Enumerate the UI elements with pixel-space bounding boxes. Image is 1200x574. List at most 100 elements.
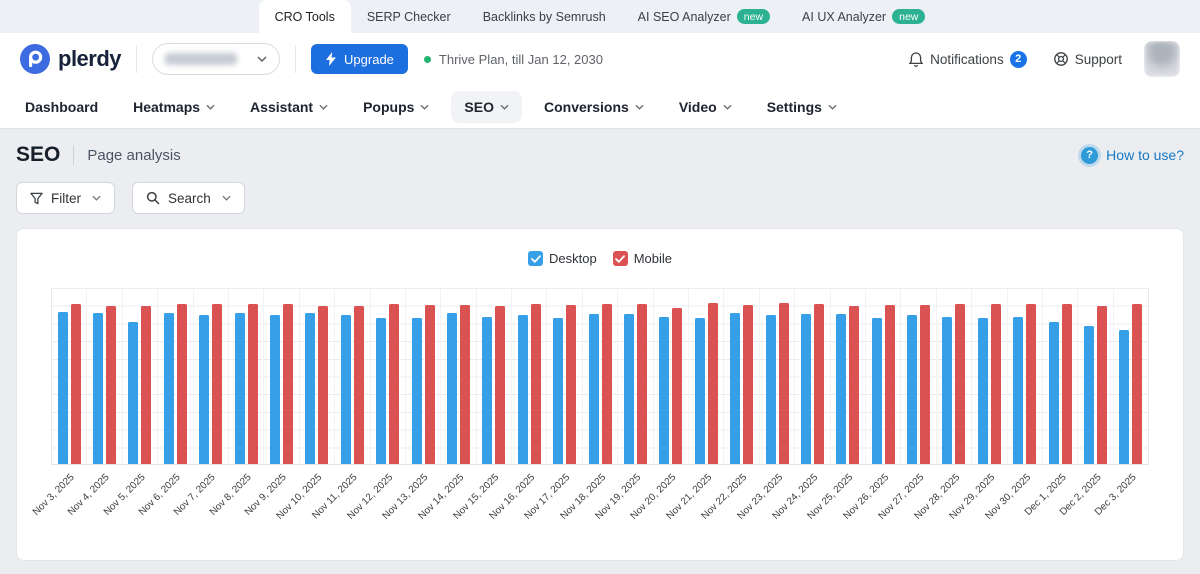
tab-label: AI UX Analyzer — [802, 9, 887, 24]
notifications-label: Notifications — [930, 51, 1004, 67]
content-area: SEO Page analysis ? How to use? Filter S… — [0, 129, 1200, 561]
desktop-checkbox[interactable] — [528, 251, 543, 266]
bar-group — [618, 288, 654, 464]
filter-label: Filter — [51, 190, 81, 206]
nav-item-video[interactable]: Video — [666, 91, 745, 123]
chevron-down-icon — [206, 104, 215, 110]
new-badge: new — [892, 9, 926, 24]
chevron-down-icon — [222, 195, 231, 201]
tab-label: AI SEO Analyzer — [637, 9, 731, 24]
cro-tools-bar: CRO Tools SERP Checker Backlinks by Semr… — [0, 0, 1200, 33]
nav-item-conversions[interactable]: Conversions — [531, 91, 657, 123]
tab-label: CRO Tools — [274, 9, 335, 24]
desktop-bar — [694, 318, 705, 464]
desktop-bar — [270, 315, 281, 464]
check-icon — [530, 254, 541, 263]
legend-item-mobile[interactable]: Mobile — [612, 251, 672, 266]
upgrade-label: Upgrade — [344, 51, 394, 67]
mobile-bar — [884, 304, 895, 464]
nav-label: Popups — [363, 98, 415, 115]
tab-ai-ux-analyzer[interactable]: AI UX Analyzer new — [786, 0, 941, 33]
chart-legend: Desktop Mobile — [51, 251, 1149, 266]
mobile-bar — [106, 305, 117, 464]
mobile-bar — [247, 304, 258, 464]
filter-dropdown-button[interactable]: Filter — [16, 182, 115, 214]
desktop-bar — [765, 315, 776, 464]
page-head: SEO Page analysis ? How to use? — [16, 143, 1184, 167]
mobile-bar — [70, 304, 81, 464]
desktop-bar — [517, 315, 528, 464]
mobile-bar — [813, 304, 824, 464]
search-icon — [146, 191, 160, 205]
support-button[interactable]: Support — [1053, 51, 1122, 67]
notifications-button[interactable]: Notifications 2 — [908, 50, 1027, 68]
desktop-bar — [1084, 325, 1095, 464]
desktop-bar — [907, 315, 918, 464]
nav-item-heatmaps[interactable]: Heatmaps — [120, 91, 228, 123]
mobile-bar — [495, 305, 506, 464]
nav-item-dashboard[interactable]: Dashboard — [12, 91, 111, 123]
mobile-bar — [672, 308, 683, 464]
desktop-bar — [977, 318, 988, 464]
chevron-down-icon — [257, 56, 267, 62]
desktop-bar — [234, 312, 245, 464]
tab-ai-seo-analyzer[interactable]: AI SEO Analyzer new — [622, 0, 786, 33]
nav-item-assistant[interactable]: Assistant — [237, 91, 341, 123]
search-label: Search — [168, 190, 211, 206]
new-badge: new — [736, 9, 771, 24]
mobile-bar — [1132, 304, 1143, 464]
desktop-bar — [128, 321, 139, 464]
desktop-bar — [659, 316, 670, 464]
nav-label: Settings — [766, 98, 822, 115]
plan-status-text: Thrive Plan, till Jan 12, 2030 — [438, 51, 603, 67]
mobile-bar — [1061, 304, 1072, 464]
desktop-bar — [623, 313, 634, 464]
nav-item-seo[interactable]: SEO — [451, 90, 522, 123]
mobile-checkbox[interactable] — [612, 251, 628, 266]
desktop-bar — [305, 312, 316, 464]
plot-area — [51, 288, 1149, 465]
nav-label: Dashboard — [25, 98, 99, 115]
desktop-bar — [199, 315, 210, 464]
upgrade-button[interactable]: Upgrade — [311, 44, 408, 74]
nav-item-popups[interactable]: Popups — [350, 91, 442, 123]
how-to-use-link[interactable]: ? How to use? — [1081, 146, 1184, 164]
mobile-bar — [920, 304, 931, 464]
plerdy-logo[interactable]: plerdy — [20, 44, 122, 74]
bar-group — [477, 288, 513, 464]
chevron-down-icon — [500, 104, 509, 110]
mobile-bar — [1097, 305, 1108, 464]
bar-group — [87, 288, 123, 464]
nav-item-settings[interactable]: Settings — [754, 91, 850, 123]
bar-group — [371, 288, 406, 464]
header: plerdy Upgrade Thrive Plan, till Jan 12,… — [0, 33, 1200, 85]
user-avatar[interactable] — [1144, 41, 1180, 77]
search-dropdown-button[interactable]: Search — [132, 182, 245, 214]
bar-group — [724, 288, 760, 464]
desktop-bar — [93, 312, 104, 464]
bar-group — [441, 288, 477, 464]
mobile-bar — [990, 304, 1001, 464]
account-selector-dropdown[interactable] — [152, 43, 281, 75]
page-title: SEO — [16, 143, 61, 166]
tab-backlinks-semrush[interactable]: Backlinks by Semrush — [467, 0, 622, 33]
bar-group — [831, 288, 866, 464]
tab-serp-checker[interactable]: SERP Checker — [351, 0, 467, 33]
support-label: Support — [1074, 51, 1122, 67]
bar-group — [547, 288, 583, 464]
nav-label: Video — [678, 98, 717, 115]
mobile-bar — [141, 305, 152, 464]
tab-label: Backlinks by Semrush — [482, 9, 606, 24]
nav-label: Heatmaps — [133, 98, 201, 115]
desktop-bar — [1013, 316, 1024, 464]
bell-icon — [909, 51, 924, 67]
brand-name: plerdy — [58, 46, 122, 71]
bar-group — [1043, 288, 1079, 464]
legend-item-desktop[interactable]: Desktop — [528, 251, 597, 266]
desktop-bar — [800, 313, 811, 464]
mobile-bar — [353, 305, 364, 464]
mobile-bar — [389, 304, 400, 464]
tab-cro-tools[interactable]: CRO Tools — [258, 0, 351, 33]
legend-label-mobile: Mobile — [633, 251, 672, 266]
headset-icon — [1053, 52, 1068, 66]
